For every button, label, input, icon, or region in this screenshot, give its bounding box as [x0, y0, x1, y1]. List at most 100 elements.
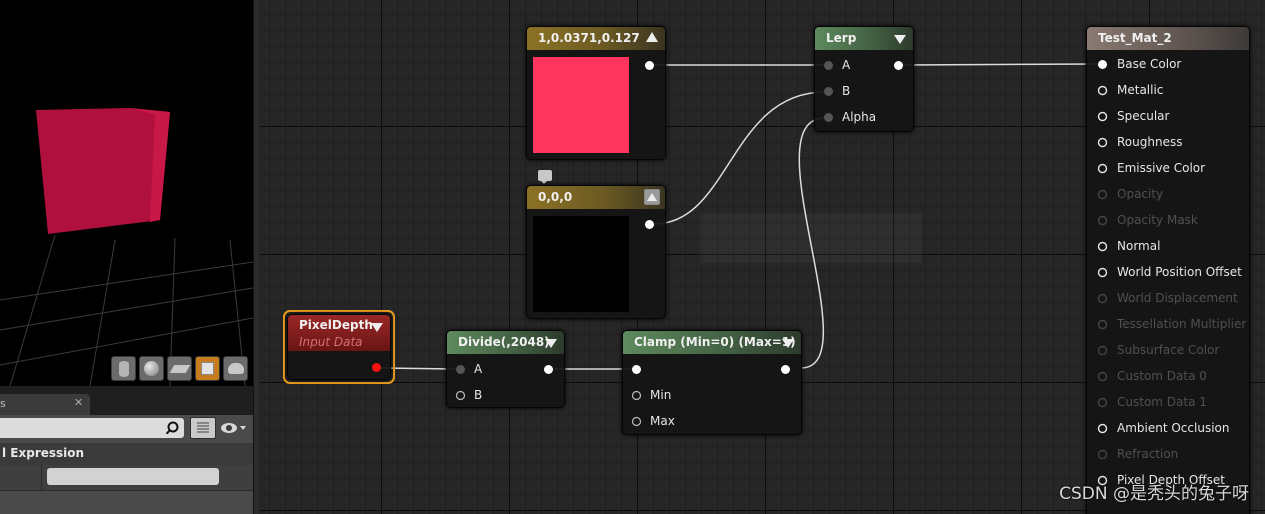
node-title: PixelDepth — [299, 318, 373, 332]
tab-label: s — [0, 397, 6, 410]
node-header: 1,0.0371,0.127 — [527, 27, 665, 50]
view-options-button[interactable] — [219, 418, 251, 438]
output-pin[interactable] — [644, 219, 655, 230]
material-pin-label: Custom Data 0 — [1117, 369, 1207, 383]
chevron-down-icon — [240, 426, 246, 430]
input-pin[interactable] — [1097, 85, 1108, 96]
pin-label: Alpha — [842, 110, 877, 124]
node-header: PixelDepth Input Data — [288, 315, 390, 351]
output-pin[interactable] — [893, 60, 904, 71]
node-title: Clamp (Min=0) (Max=1) — [634, 335, 796, 349]
constant-color-node[interactable]: 1,0.0371,0.127 — [526, 26, 666, 160]
property-divider — [41, 465, 42, 491]
sphere-icon — [144, 361, 159, 376]
input-pin[interactable] — [455, 364, 466, 375]
output-pin[interactable] — [543, 364, 554, 375]
input-pin[interactable] — [1097, 267, 1108, 278]
output-pin[interactable] — [371, 362, 382, 373]
material-pin-label: Emissive Color — [1117, 161, 1206, 175]
input-pin — [1097, 215, 1108, 226]
teapot-icon — [227, 363, 244, 374]
input-pin[interactable] — [1097, 111, 1108, 122]
input-pin — [1097, 371, 1108, 382]
pin-label: A — [842, 58, 851, 72]
output-pin[interactable] — [780, 364, 791, 375]
material-pin-label: Specular — [1117, 109, 1170, 123]
input-pin — [1097, 397, 1108, 408]
material-pin-label: Roughness — [1117, 135, 1183, 149]
node-header: Divide(,2048) — [447, 331, 564, 354]
input-pin[interactable] — [631, 390, 642, 401]
material-result-node[interactable]: Test_Mat_2 Base Color Metallic Specular Rou… — [1086, 26, 1250, 514]
input-pin[interactable] — [823, 112, 834, 123]
details-panel: s ✕ l Expression — [0, 386, 253, 514]
sphere-button[interactable] — [139, 356, 164, 381]
property-input[interactable] — [47, 468, 219, 485]
category-label: l Expression — [2, 446, 85, 460]
input-pin — [1097, 319, 1108, 330]
plane-icon — [169, 364, 190, 373]
details-body: l Expression — [0, 415, 253, 514]
pixeldepth-node[interactable]: PixelDepth Input Data — [287, 314, 391, 380]
tab-details[interactable]: s ✕ — [0, 394, 90, 415]
node-header: Clamp (Min=0) (Max=1) — [623, 331, 801, 354]
divide-node[interactable]: Divide(,2048) A B — [446, 330, 565, 408]
material-pin-label: Refraction — [1117, 447, 1179, 461]
search-icon[interactable] — [166, 421, 179, 434]
collapse-arrow-icon[interactable] — [646, 32, 658, 42]
node-title: Test_Mat_2 — [1098, 31, 1172, 45]
node-header: Test_Mat_2 — [1087, 27, 1249, 50]
preview-cube — [36, 108, 170, 234]
comment-bubble-icon[interactable] — [538, 170, 552, 184]
input-pin[interactable] — [823, 86, 834, 97]
material-pin-label: Metallic — [1117, 83, 1164, 97]
collapse-arrow-icon[interactable] — [644, 189, 660, 205]
cylinder-button[interactable] — [111, 356, 136, 381]
input-pin[interactable] — [823, 60, 834, 71]
input-pin[interactable] — [1097, 423, 1108, 434]
search-input[interactable] — [0, 418, 184, 438]
node-subtitle: Input Data — [299, 335, 363, 349]
material-pin-label: Base Color — [1117, 57, 1182, 71]
material-graph[interactable]: 1,0.0371,0.127 0,0,0 Lerp A B Alpha Pixe… — [260, 0, 1265, 514]
pin-label: Min — [650, 388, 672, 402]
teapot-button[interactable] — [223, 356, 248, 381]
node-title: 1,0.0371,0.127 — [538, 31, 640, 45]
material-pin-label: Normal — [1117, 239, 1161, 253]
collapse-arrow-icon[interactable] — [371, 323, 383, 332]
category-row[interactable]: l Expression — [0, 443, 253, 465]
collapse-arrow-icon[interactable] — [545, 339, 557, 348]
input-pin[interactable] — [1097, 137, 1108, 148]
lerp-node[interactable]: Lerp A B Alpha — [814, 26, 914, 132]
material-pin-label: Custom Data 1 — [1117, 395, 1207, 409]
input-pin[interactable] — [455, 390, 466, 401]
wire-lerp-to-basecolor — [902, 63, 1098, 66]
input-pin[interactable] — [1097, 241, 1108, 252]
wire-const2-to-lerp-b — [653, 91, 826, 225]
preview-viewport[interactable] — [0, 0, 253, 386]
input-pin[interactable] — [1097, 163, 1108, 174]
panel-splitter[interactable] — [253, 0, 259, 514]
node-header: Lerp — [815, 27, 913, 50]
output-pin[interactable] — [644, 60, 655, 71]
input-pin — [1097, 189, 1108, 200]
constant-black-node[interactable]: 0,0,0 — [526, 185, 666, 319]
plane-button[interactable] — [167, 356, 192, 381]
collapse-arrow-icon[interactable] — [894, 35, 906, 44]
list-icon — [197, 422, 209, 433]
cube-icon — [201, 362, 214, 375]
input-pin[interactable] — [631, 416, 642, 427]
cube-button[interactable] — [195, 356, 220, 381]
clamp-node[interactable]: Clamp (Min=0) (Max=1) Min Max — [622, 330, 802, 435]
list-view-button[interactable] — [190, 417, 216, 439]
pin-label: B — [474, 388, 483, 402]
input-pin — [1097, 293, 1108, 304]
close-icon[interactable]: ✕ — [74, 396, 83, 409]
cylinder-icon — [118, 360, 129, 377]
collapse-arrow-icon[interactable] — [782, 339, 794, 348]
input-pin — [1097, 449, 1108, 460]
input-pin[interactable] — [631, 364, 642, 375]
input-pin[interactable] — [1097, 59, 1108, 70]
ghost-comment — [700, 213, 922, 263]
material-pin-label: Subsurface Color — [1117, 343, 1220, 357]
